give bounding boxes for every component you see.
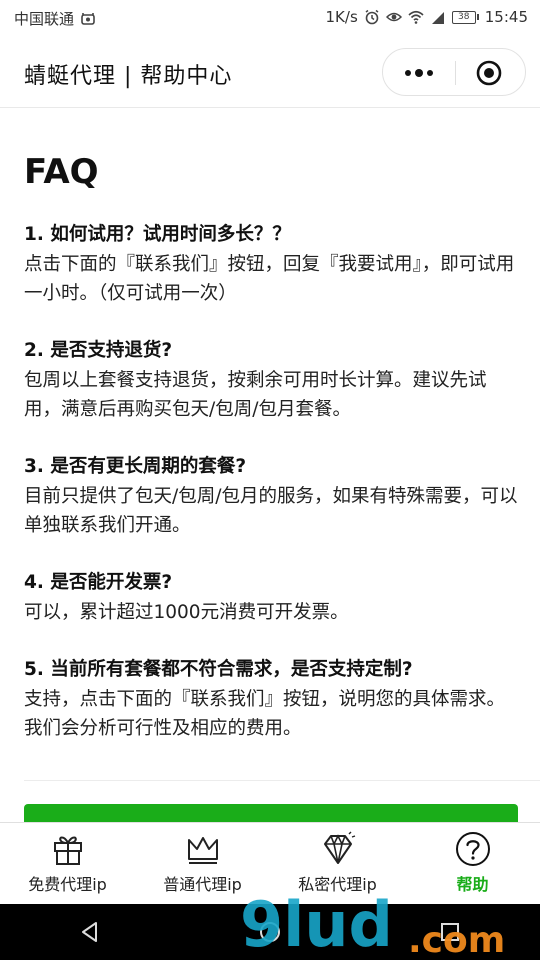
miniprogram-capsule <box>382 48 526 96</box>
faq-heading: FAQ <box>24 152 99 192</box>
close-miniprogram-icon[interactable] <box>475 59 503 87</box>
help-icon <box>455 832 490 866</box>
faq-answer: 目前只提供了包天/包周/包月的服务，如果有特殊需要，可以单独联系我们开通。 <box>24 486 518 536</box>
faq-item: 4. 是否能开发票? 可以，累计超过1000元消费可开发票。 <box>24 568 520 627</box>
faq-question: 1. 如何试用？试用时间多长？？ <box>24 224 291 245</box>
home-icon[interactable] <box>257 919 283 945</box>
diamond-icon <box>323 831 355 864</box>
content-divider <box>24 780 540 781</box>
tab-label: 帮助 <box>456 875 489 894</box>
faq-item: 2. 是否支持退货? 包周以上套餐支持退货，按剩余可用时长计算。建议先试用，满意… <box>24 336 520 424</box>
recent-apps-icon[interactable] <box>437 919 463 945</box>
battery-level: 38 <box>451 10 476 24</box>
faq-item: 1. 如何试用？试用时间多长？？ 点击下面的『联系我们』按钮，回复『我要试用』，… <box>24 220 520 308</box>
faq-item: 5. 当前所有套餐都不符合需求，是否支持定制? 支持，点击下面的『联系我们』按钮… <box>24 655 520 743</box>
page-title: 蜻蜓代理 | 帮助中心 <box>24 64 233 89</box>
battery-indicator: 38 <box>451 10 479 24</box>
crown-icon <box>187 837 218 864</box>
faq-answer: 可以，累计超过1000元消费可开发票。 <box>24 602 349 623</box>
notification-icon <box>81 12 95 25</box>
faq-content: FAQ 1. 如何试用？试用时间多长？？ 点击下面的『联系我们』按钮，回复『我要… <box>0 108 540 780</box>
faq-answer: 点击下面的『联系我们』按钮，回复『我要试用』，即可试用一小时。（仅可试用一次） <box>24 254 515 304</box>
wifi-icon <box>408 10 424 24</box>
faq-question: 2. 是否支持退货? <box>24 340 173 361</box>
faq-question: 4. 是否能开发票? <box>24 572 173 593</box>
gift-icon <box>53 836 82 865</box>
faq-answer: 包周以上套餐支持退货，按剩余可用时长计算。建议先试用，满意后再购买包天/包周/包… <box>24 370 487 420</box>
battery-tip <box>476 14 479 20</box>
back-icon[interactable] <box>77 919 103 945</box>
faq-question: 3. 是否有更长周期的套餐? <box>24 456 247 477</box>
clock: 15:45 <box>484 8 528 26</box>
tab-label: 免费代理ip <box>28 875 107 894</box>
status-bar: 中国联通 1K/s 38 15:45 <box>0 0 540 36</box>
tab-help[interactable]: 帮助 <box>405 823 540 904</box>
alarm-icon <box>365 9 379 25</box>
tab-regular-proxy[interactable]: 普通代理ip <box>135 823 270 904</box>
tab-label: 私密代理ip <box>298 875 377 894</box>
capsule-divider <box>455 61 456 85</box>
faq-answer: 支持，点击下面的『联系我们』按钮，说明您的具体需求。我们会分析可行性及相应的费用… <box>24 689 506 739</box>
status-bar-left: 中国联通 <box>14 8 96 29</box>
faq-question: 5. 当前所有套餐都不符合需求，是否支持定制? <box>24 659 413 680</box>
tab-free-proxy[interactable]: 免费代理ip <box>0 823 135 904</box>
tab-label: 普通代理ip <box>163 875 242 894</box>
faq-list: 1. 如何试用？试用时间多长？？ 点击下面的『联系我们』按钮，回复『我要试用』，… <box>24 220 520 771</box>
tab-private-proxy[interactable]: 私密代理ip <box>270 823 405 904</box>
network-speed: 1K/s <box>325 8 358 26</box>
signal-icon <box>431 12 444 24</box>
more-options-icon[interactable] <box>401 63 437 83</box>
status-bar-right: 1K/s 38 15:45 <box>326 8 528 26</box>
eye-icon <box>385 12 402 22</box>
faq-item: 3. 是否有更长周期的套餐? 目前只提供了包天/包周/包月的服务，如果有特殊需要… <box>24 452 520 540</box>
nav-bar: 蜻蜓代理 | 帮助中心 <box>0 36 540 108</box>
carrier-name: 中国联通 <box>14 10 75 28</box>
tab-bar: 免费代理ip 普通代理ip 私密代理ip 帮助 <box>0 822 540 904</box>
system-nav-bar <box>0 904 540 960</box>
